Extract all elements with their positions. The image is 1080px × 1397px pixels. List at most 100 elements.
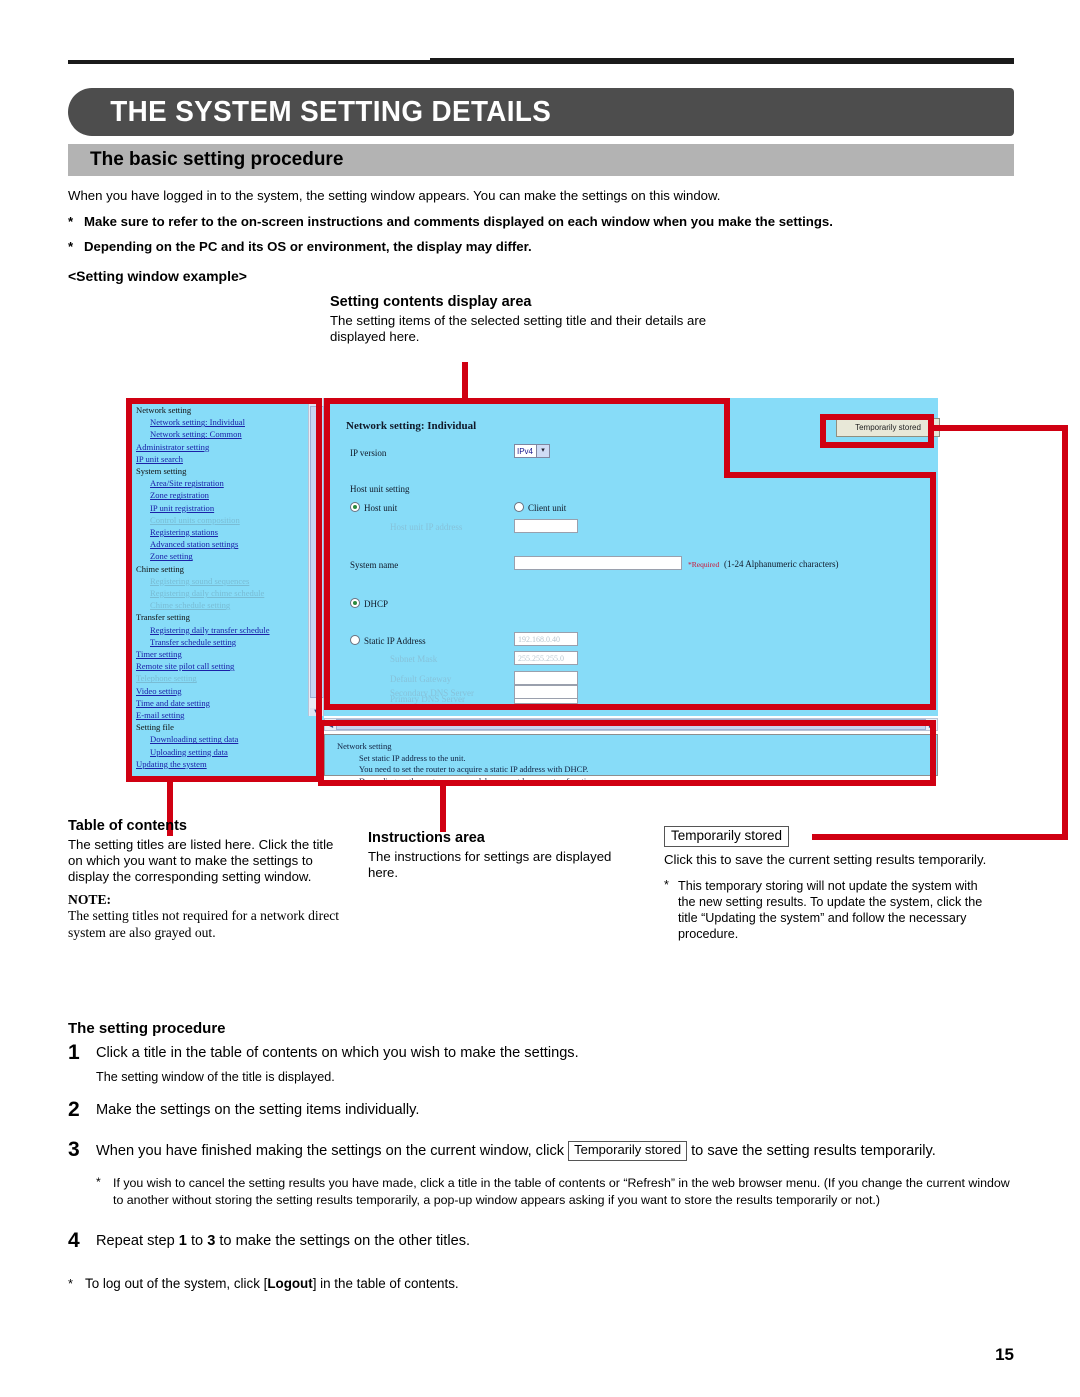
toc-item-area-site-registration[interactable]: Area/Site registration	[136, 477, 306, 489]
toc-item-telephone-setting: Telephone setting	[136, 673, 197, 684]
dhcp-radio[interactable]	[350, 598, 360, 608]
toc-item-registering-daily-chime-schedule: Registering daily chime schedule	[150, 588, 265, 599]
screenshot-table-of-contents-pane: Network setting Network setting: Individu…	[126, 398, 306, 776]
caption-temporarily-stored-note: * This temporary storing will not update…	[664, 878, 994, 942]
settings-pane-title: Network setting: Individual	[346, 420, 477, 432]
callout-box-toc-left	[126, 398, 132, 782]
toc-item-video-setting[interactable]: Video setting	[136, 685, 306, 697]
toc-item-zone-registration[interactable]: Zone registration	[136, 489, 306, 501]
step-3-temporarily-stored-button[interactable]: Temporarily stored	[568, 1141, 688, 1162]
client-unit-radio[interactable]	[514, 502, 524, 512]
toc-item-control-units-composition: Control units composition	[150, 514, 240, 525]
procedure-step-3: 3 When you have finished making the sett…	[68, 1139, 1014, 1162]
top-rule-thick	[430, 58, 1014, 64]
setting-window-example-label: <Setting window example>	[68, 268, 247, 284]
intro-note-1: * Make sure to refer to the on-screen in…	[68, 214, 1014, 231]
toc-item-zone-setting[interactable]: Zone setting	[136, 550, 306, 562]
step-4-ref-2: 3	[207, 1233, 216, 1250]
system-name-required-mark: *Required	[688, 560, 720, 569]
step-1-sub: The setting window of the title is displ…	[96, 1069, 335, 1084]
static-ip-radio-row[interactable]: Static IP Address	[350, 635, 426, 646]
step-number: 4	[68, 1229, 80, 1253]
callout-box-instr-top	[318, 720, 936, 726]
step-4-text-mid: to	[190, 1233, 204, 1250]
subnet-mask-input[interactable]: 255.255.255.0	[514, 651, 578, 665]
static-ip-radio[interactable]	[350, 635, 360, 645]
secondary-dns-input[interactable]	[514, 685, 578, 699]
temporarily-stored-button[interactable]: Temporarily stored	[836, 418, 940, 437]
toc-item-administrator-setting[interactable]: Administrator setting	[136, 441, 306, 453]
system-name-input[interactable]	[514, 556, 682, 570]
static-ip-input[interactable]: 192.168.0.40	[514, 632, 578, 646]
secondary-dns-label: Secondary DNS Server	[390, 688, 474, 698]
screenshot-instructions-pane: Network setting Set static IP address to…	[324, 734, 938, 786]
toc-item-network-setting: Network setting	[136, 405, 192, 415]
toc-item-advanced-station-settings[interactable]: Advanced station settings	[136, 538, 306, 550]
toc-item-ip-unit-search[interactable]: IP unit search	[136, 453, 306, 465]
step-4-text-after: to make the settings on the other titles…	[219, 1233, 471, 1250]
callout-box-main-left	[324, 398, 330, 710]
toc-item-updating-the-system[interactable]: Updating the system	[136, 758, 306, 770]
callout-box-instr-left	[318, 720, 324, 786]
caption-toc-title: Table of contents	[68, 818, 187, 834]
instructions-heading: Network setting	[337, 741, 392, 751]
intro-note-1-text: Make sure to refer to the on-screen inst…	[84, 213, 833, 229]
screenshot-figure: Network setting Network setting: Individu…	[126, 398, 940, 790]
chevron-down-icon[interactable]: ▾	[536, 445, 549, 457]
toc-item-timer-setting[interactable]: Timer setting	[136, 648, 306, 660]
toc-item-network-setting-individual[interactable]: Network setting: Individual	[136, 416, 306, 428]
toc-item-registering-stations[interactable]: Registering stations	[136, 526, 306, 538]
dhcp-label: DHCP	[364, 599, 389, 609]
host-unit-setting-label: Host unit setting	[350, 484, 410, 494]
section-title: The basic setting procedure	[90, 149, 344, 170]
callout-box-instr-bottom	[318, 780, 936, 786]
intro-note-2: * Depending on the PC and its OS or envi…	[68, 239, 1014, 256]
client-unit-label: Client unit	[528, 503, 567, 513]
bullet-star: *	[664, 877, 669, 892]
ip-version-label: IP version	[350, 448, 387, 458]
toc-item-e-mail-setting[interactable]: E-mail setting	[136, 709, 306, 721]
procedure-step-1: 1 Click a title in the table of contents…	[68, 1041, 1014, 1085]
callout-box-tempbtn-bottom	[820, 442, 934, 448]
bullet-star: *	[68, 213, 74, 229]
caption-temporarily-stored-button[interactable]: Temporarily stored	[664, 826, 790, 847]
toc-item-chime-setting: Chime setting	[136, 563, 184, 574]
toc-item-downloading-setting-data[interactable]: Downloading setting data	[136, 733, 306, 745]
toc-item-uploading-setting-data[interactable]: Uploading setting data	[136, 746, 306, 758]
logout-note-before: To log out of the system, click [	[85, 1276, 268, 1291]
step-4-text-before: Repeat step	[96, 1233, 175, 1250]
callout-setting-contents-body: The setting items of the selected settin…	[330, 313, 707, 345]
toc-item-network-setting-common[interactable]: Network setting: Common	[136, 428, 306, 440]
caption-toc-note-label: NOTE:	[68, 891, 112, 907]
default-gateway-input[interactable]	[514, 671, 578, 685]
toc-item-registering-daily-transfer-schedule[interactable]: Registering daily transfer schedule	[136, 624, 306, 636]
callout-box-toc-bottom	[126, 776, 322, 782]
toc-item-system-setting: System setting	[136, 466, 187, 477]
intro-lead: When you have logged in to the system, t…	[68, 188, 721, 203]
callout-box-main-right-lower	[930, 472, 936, 710]
host-unit-ip-input[interactable]	[514, 519, 578, 533]
host-unit-radio[interactable]	[350, 502, 360, 512]
bullet-star: *	[68, 1276, 73, 1291]
toc-item-ip-unit-registration[interactable]: IP unit registration	[136, 502, 306, 514]
top-rule	[68, 58, 1014, 66]
dhcp-radio-row[interactable]: DHCP	[350, 598, 388, 609]
subnet-mask-label: Subnet Mask	[390, 654, 438, 664]
default-gateway-label: Default Gateway	[390, 674, 452, 684]
host-unit-label: Host unit	[364, 503, 398, 513]
step-4-ref-1: 1	[178, 1233, 187, 1250]
client-unit-radio-row[interactable]: Client unit	[514, 502, 566, 513]
page-number: 15	[995, 1345, 1014, 1364]
caption-toc-note-body: The setting titles not required for a ne…	[68, 908, 340, 941]
host-unit-radio-row[interactable]: Host unit	[350, 502, 397, 513]
step-3-text-after: to save the setting results temporarily.	[691, 1143, 936, 1160]
step-3-text-before: When you have finished making the settin…	[96, 1143, 565, 1160]
ip-version-select[interactable]: IPv4 ▾	[514, 444, 550, 458]
caption-temporarily-stored-note-text: This temporary storing will not update t…	[678, 878, 983, 942]
toc-item-time-and-date-setting[interactable]: Time and date setting	[136, 697, 306, 709]
toc-item-transfer-schedule-setting[interactable]: Transfer schedule setting	[136, 636, 306, 648]
caption-temporarily-stored: Temporarily stored Click this to save th…	[664, 826, 994, 942]
step-number: 2	[68, 1098, 80, 1122]
callout-setting-contents-title: Setting contents display area	[330, 294, 532, 310]
toc-item-remote-site-pilot-call-setting[interactable]: Remote site pilot call setting	[136, 660, 306, 672]
